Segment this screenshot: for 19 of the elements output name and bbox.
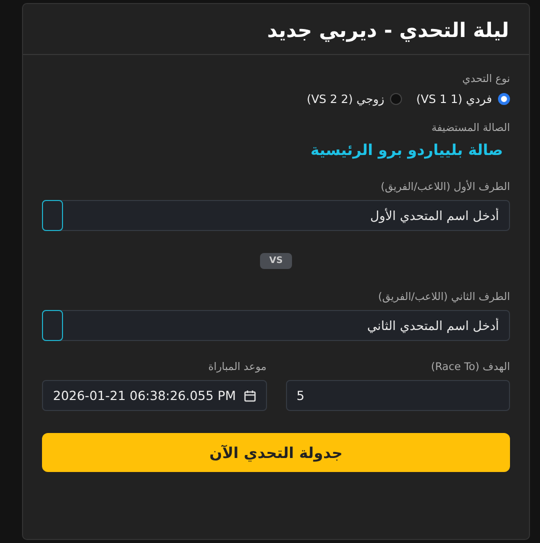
field-label: موعد المباراة — [207, 361, 266, 373]
field-label: الطرف الأول (اللاعب/الفريق) — [380, 181, 510, 193]
datetime-field[interactable]: 2026-01-21 06:38:26.055 PM — [42, 380, 266, 411]
field-label: نوع التحدي — [461, 73, 510, 85]
radio-button[interactable] — [498, 93, 510, 105]
card-title: ليلة التحدي - ديربي جديد — [266, 18, 509, 42]
field-label: الطرف الثاني (اللاعب/الفريق) — [377, 291, 510, 303]
radio-label: زوجي (2 VS 2) — [306, 92, 384, 106]
small-field[interactable] — [42, 200, 63, 231]
small-field[interactable] — [42, 310, 63, 341]
number-field[interactable]: 5 — [286, 380, 510, 411]
venue-name: صالة بليياردو برو الرئيسية — [310, 141, 504, 159]
radio-button[interactable] — [390, 93, 402, 105]
versus-badge: VS — [260, 253, 292, 269]
field-label: الصالة المستضيفة — [430, 122, 510, 134]
submit-button[interactable]: جدولة التحدي الآن — [42, 433, 510, 472]
radio-label: فردي (1 VS 1) — [416, 92, 492, 106]
field-label: الهدف (Race To) — [430, 361, 510, 373]
calendar-icon[interactable] — [244, 390, 256, 402]
